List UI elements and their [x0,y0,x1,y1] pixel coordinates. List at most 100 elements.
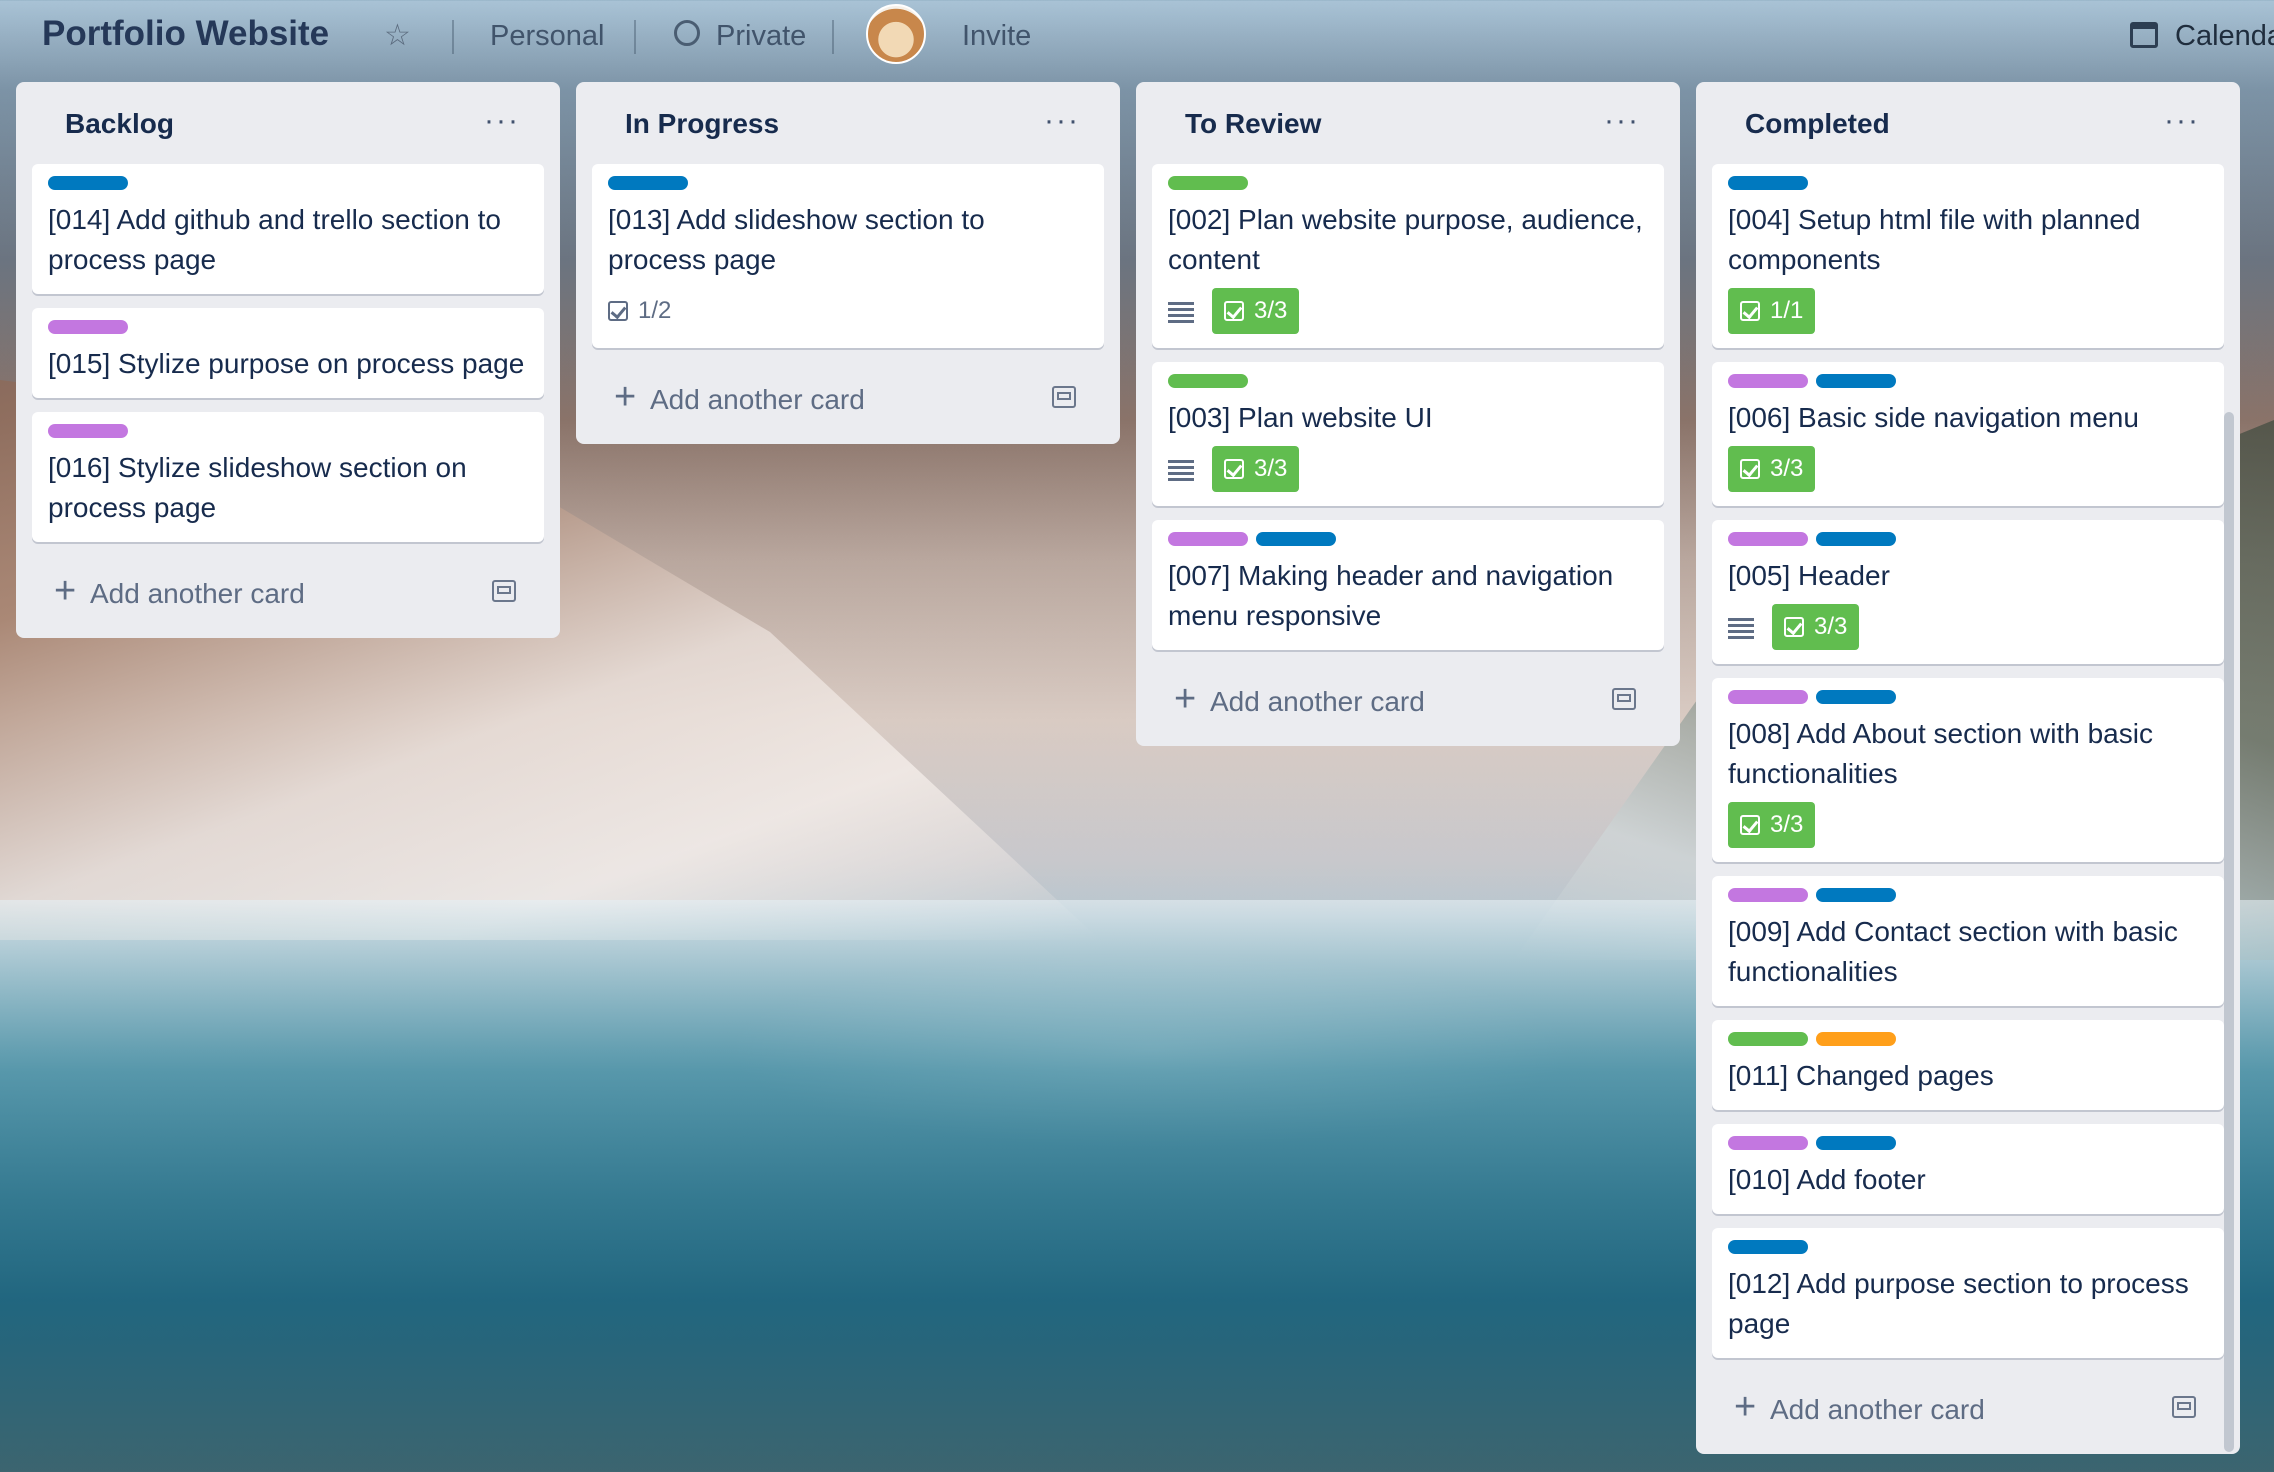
plus-icon: + [54,570,77,612]
checklist-icon [1784,617,1804,637]
list-menu-icon[interactable]: ··· [1604,104,1640,138]
label-purple[interactable] [1728,888,1808,902]
list-backlog: Backlog ··· [014] Add github and trello se… [16,82,560,638]
add-card-label: Add another card [650,384,865,415]
list-menu-icon[interactable]: ··· [484,104,520,138]
card[interactable]: [013] Add slideshow section to process p… [592,164,1104,348]
checklist-icon [1740,815,1760,835]
star-icon[interactable]: ☆ [384,18,411,53]
card-labels [1728,176,2208,190]
checklist-badge: 3/3 [1728,446,1816,492]
card-title: [006] Basic side navigation menu [1728,402,2139,433]
card-badges: 3/3 [1168,288,1648,334]
card[interactable]: [012] Add purpose section to process pag… [1712,1228,2224,1358]
label-green[interactable] [1728,1032,1808,1046]
label-blue[interactable] [1728,176,1808,190]
card-title: [007] Making header and navigation menu … [1168,560,1614,631]
label-purple[interactable] [1168,532,1248,546]
add-card-button[interactable]: + Add another card [1152,664,1664,746]
label-purple[interactable] [48,424,128,438]
card[interactable]: [009] Add Contact section with basic fun… [1712,876,2224,1006]
add-card-button[interactable]: + Add another card [32,556,544,638]
list-title[interactable]: Backlog [65,108,174,140]
visibility-button[interactable]: Private [716,20,806,53]
calendar-button[interactable]: Calenda [2175,20,2274,53]
label-blue[interactable] [1816,888,1896,902]
label-blue[interactable] [1256,532,1336,546]
label-blue[interactable] [1816,690,1896,704]
label-orange[interactable] [1816,1032,1896,1046]
list-title[interactable]: Completed [1745,108,1890,140]
card-template-icon[interactable] [1052,386,1076,408]
card[interactable]: [015] Stylize purpose on process page [32,308,544,398]
label-green[interactable] [1168,374,1248,388]
list-title[interactable]: In Progress [625,108,779,140]
card-title: [008] Add About section with basic funct… [1728,718,2153,789]
card-title: [015] Stylize purpose on process page [48,348,525,379]
add-card-label: Add another card [1770,1394,1985,1425]
checklist-count: 1/2 [638,297,672,324]
card[interactable]: [008] Add About section with basic funct… [1712,678,2224,862]
label-purple[interactable] [1728,374,1808,388]
list-header: To Review ··· [1152,82,1664,164]
checklist-badge: 3/3 [1212,446,1300,492]
label-purple[interactable] [48,320,128,334]
card-labels [48,424,528,438]
card[interactable]: [016] Stylize slideshow section on proce… [32,412,544,542]
list-scrollbar[interactable] [2224,412,2234,1452]
list-completed: Completed ··· [004] Setup html file with p… [1696,82,2240,1454]
divider [452,20,454,54]
list-title[interactable]: To Review [1185,108,1321,140]
card-template-icon[interactable] [2172,1396,2196,1418]
card[interactable]: [007] Making header and navigation menu … [1152,520,1664,650]
card[interactable]: [004] Setup html file with planned compo… [1712,164,2224,348]
plus-icon: + [614,376,637,418]
card[interactable]: [014] Add github and trello section to p… [32,164,544,294]
list-to-review: To Review ··· [002] Plan website purpose, … [1136,82,1680,746]
label-blue[interactable] [48,176,128,190]
label-blue[interactable] [608,176,688,190]
card-title: [002] Plan website purpose, audience, co… [1168,204,1643,275]
label-blue[interactable] [1816,374,1896,388]
label-purple[interactable] [1728,690,1808,704]
card-labels [1728,1240,2208,1254]
card[interactable]: [002] Plan website purpose, audience, co… [1152,164,1664,348]
list-menu-icon[interactable]: ··· [2164,104,2200,138]
plus-icon: + [1174,678,1197,720]
label-blue[interactable] [1816,532,1896,546]
card-template-icon[interactable] [1612,688,1636,710]
card-labels [1728,1136,2208,1150]
card-badges: 3/3 [1728,802,2208,848]
divider [832,20,834,54]
checklist-count: 3/3 [1770,455,1804,482]
board-title[interactable]: Portfolio Website [42,14,329,54]
card[interactable]: [003] Plan website UI 3/3 [1152,362,1664,506]
add-card-label: Add another card [90,578,305,609]
label-green[interactable] [1168,176,1248,190]
add-card-button[interactable]: + Add another card [592,362,1104,444]
card[interactable]: [005] Header 3/3 [1712,520,2224,664]
add-card-button[interactable]: + Add another card [1712,1372,2224,1454]
card-badges: 1/1 [1728,288,2208,334]
avatar[interactable] [866,4,926,64]
card[interactable]: [010] Add footer [1712,1124,2224,1214]
card-labels [1168,176,1648,190]
checklist-badge: 1/1 [1728,288,1816,334]
checklist-count: 3/3 [1814,613,1848,640]
list-in-progress: In Progress ··· [013] Add slideshow sectio… [576,82,1120,444]
label-purple[interactable] [1728,532,1808,546]
card-title: [010] Add footer [1728,1164,1926,1195]
calendar-icon[interactable] [2130,22,2158,48]
workspace-button[interactable]: Personal [490,20,604,53]
card-template-icon[interactable] [492,580,516,602]
card[interactable]: [011] Changed pages [1712,1020,2224,1110]
label-purple[interactable] [1728,1136,1808,1150]
label-blue[interactable] [1728,1240,1808,1254]
card[interactable]: [006] Basic side navigation menu 3/3 [1712,362,2224,506]
invite-button[interactable]: Invite [962,20,1031,53]
label-blue[interactable] [1816,1136,1896,1150]
description-icon [1168,301,1194,321]
card-labels [1168,374,1648,388]
list-menu-icon[interactable]: ··· [1044,104,1080,138]
card-badges: 1/2 [608,288,1088,334]
